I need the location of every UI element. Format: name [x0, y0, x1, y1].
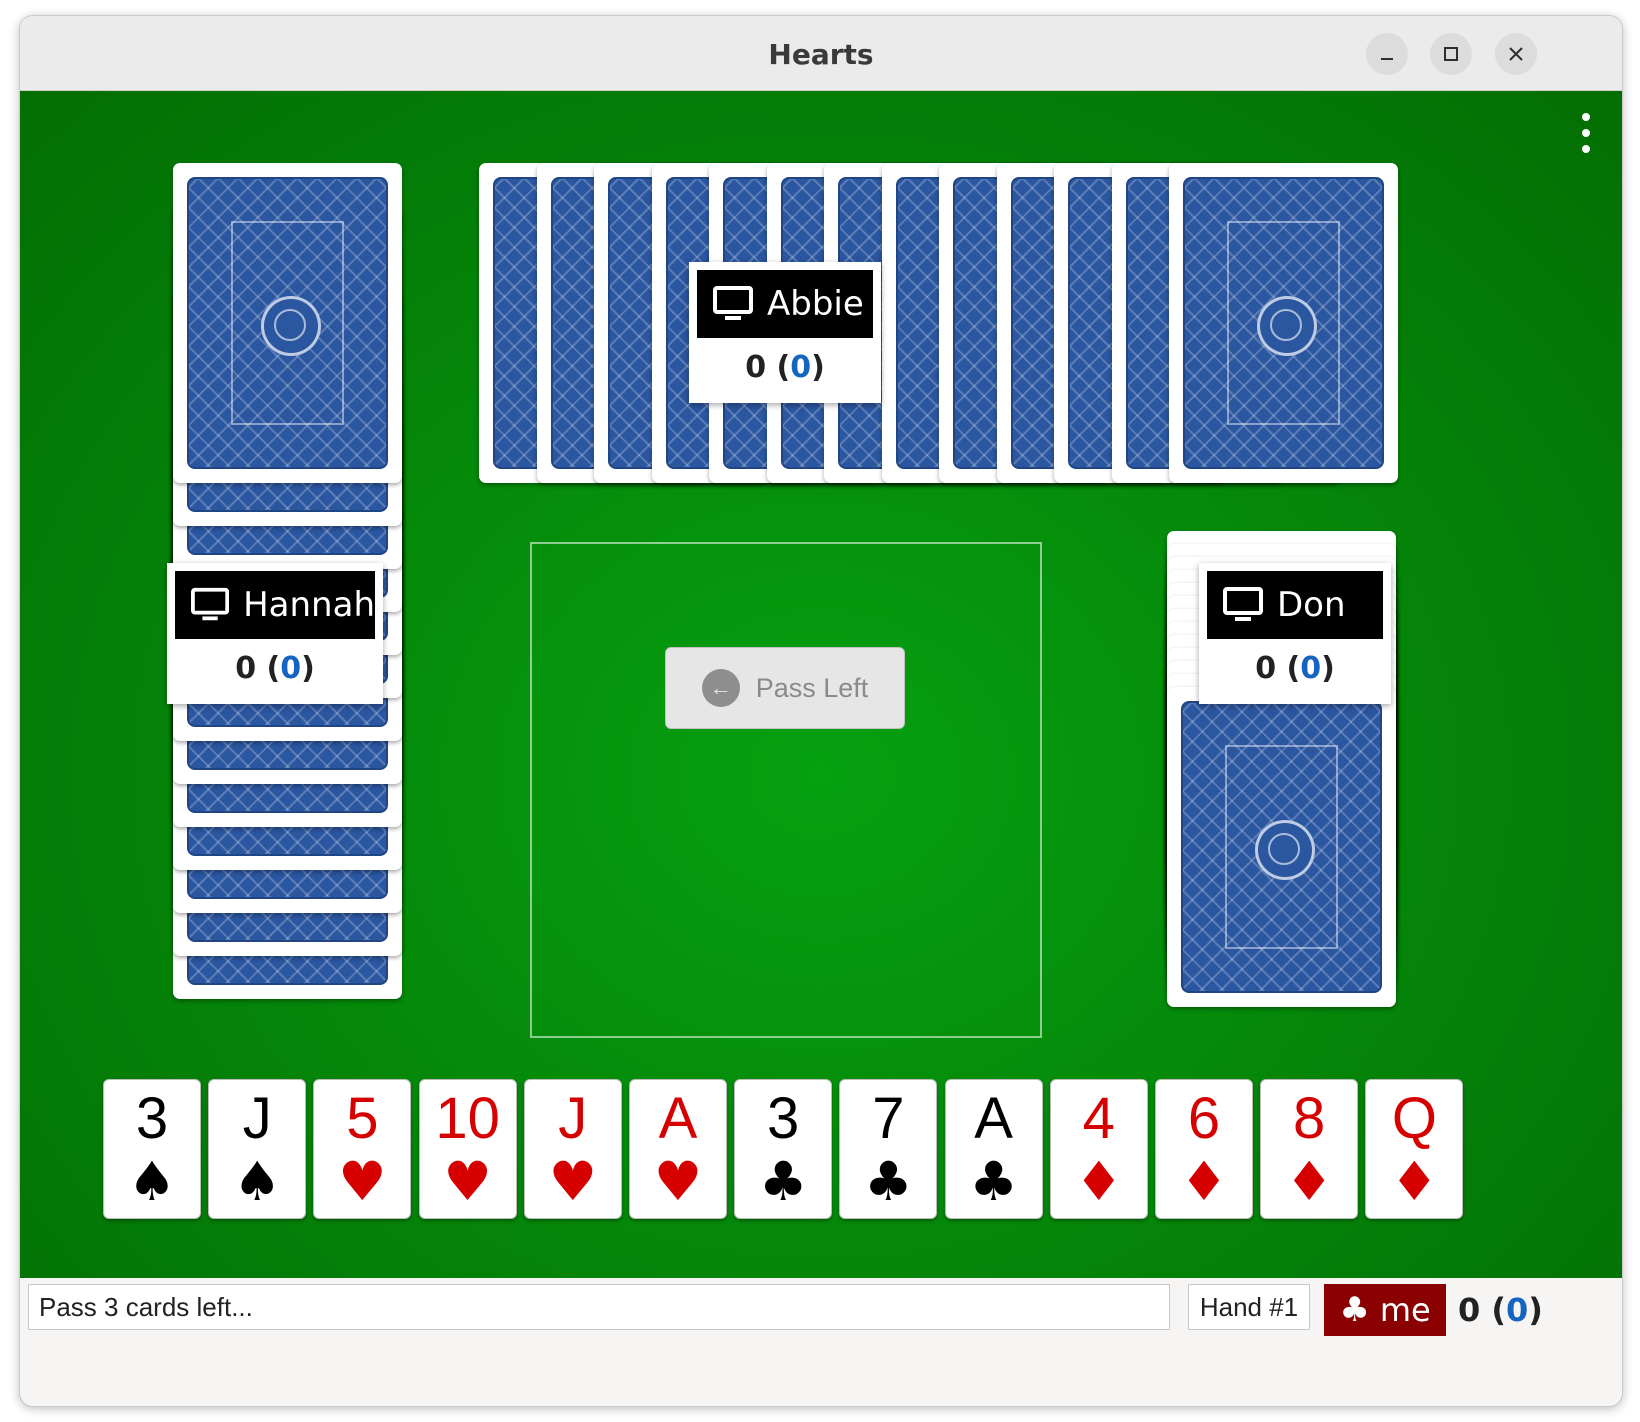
card-rank: 4: [1082, 1086, 1115, 1151]
rosette-icon: [1254, 820, 1315, 880]
card-rank: 3: [135, 1086, 169, 1151]
player-score: 0 (0): [745, 350, 825, 385]
total-score: 0: [1458, 1291, 1481, 1329]
card-rank: J: [242, 1086, 272, 1151]
card-table: Abbie 0 (0) Hannah 0 (0) Don 0 (0) ← Pas…: [20, 91, 1622, 1336]
card-rank: 7: [872, 1086, 905, 1151]
title-bar: Hearts: [20, 16, 1622, 91]
player-tag-don: Don 0 (0): [1199, 563, 1391, 704]
menu-dot: [1582, 145, 1590, 153]
hand-card[interactable]: J ♠: [208, 1079, 307, 1219]
card-rank: 6: [1187, 1086, 1221, 1151]
card-rank: J: [558, 1086, 588, 1151]
card-suit-icon: ♦: [1390, 1150, 1439, 1213]
card-rank: 8: [1293, 1086, 1326, 1151]
hand-card[interactable]: Q ♦: [1365, 1079, 1464, 1219]
rosette-icon: [260, 296, 321, 356]
hand-card[interactable]: 10 ♥: [418, 1079, 517, 1219]
pass-left-button[interactable]: ← Pass Left: [665, 647, 905, 729]
maximize-button[interactable]: [1430, 33, 1472, 75]
hand-number: Hand #1: [1188, 1284, 1310, 1330]
hand-card[interactable]: A ♥: [629, 1079, 727, 1219]
hand-card[interactable]: 3 ♣: [734, 1079, 833, 1219]
hand-card[interactable]: J ♥: [523, 1079, 622, 1219]
card-suit-icon: ♣: [864, 1150, 913, 1213]
player-tag-abbie: Abbie 0 (0): [689, 262, 881, 403]
card-rank: A: [658, 1086, 698, 1151]
card-suit-icon: ♦: [1179, 1150, 1229, 1213]
total-score: 0: [1255, 651, 1277, 686]
card-rank: 10: [435, 1086, 500, 1151]
card-suit-icon: ♣: [969, 1150, 1018, 1213]
card-rank: A: [974, 1086, 1013, 1151]
club-icon: ♣: [1339, 1290, 1370, 1330]
hearts-window: Hearts Abbie 0 (0) Hannah 0 (0) Don 0 (0…: [19, 15, 1623, 1407]
computer-icon: [191, 587, 230, 621]
menu-button[interactable]: [1578, 113, 1594, 153]
round-score: 0: [790, 350, 812, 385]
close-icon: [1509, 47, 1523, 61]
total-score: 0: [745, 350, 767, 385]
trick-area: [530, 542, 1042, 1038]
player-score: 0 (0): [1255, 651, 1335, 686]
card-suit-icon: ♥: [548, 1150, 597, 1213]
player-name-bar: Don: [1207, 571, 1383, 639]
card-back-pattern: [1183, 177, 1384, 469]
card-suit-icon: ♥: [443, 1150, 492, 1213]
card-suit-icon: ♦: [1074, 1150, 1123, 1213]
total-score: 0: [235, 651, 257, 686]
card-suit-icon: ♣: [758, 1150, 808, 1213]
player-tag-hannah: Hannah 0 (0): [167, 563, 383, 704]
card-rank: 3: [767, 1086, 800, 1151]
card-suit-icon: ♥: [338, 1150, 387, 1213]
round-score: 0: [280, 651, 302, 686]
hand-card[interactable]: 6 ♦: [1155, 1079, 1253, 1219]
player-name: Don: [1277, 585, 1346, 625]
card-back-pattern: [1181, 701, 1382, 993]
round-score: 0: [1300, 651, 1322, 686]
card-back-pattern: [187, 177, 388, 469]
card-suit-icon: ♥: [653, 1150, 703, 1213]
hand-card[interactable]: 4 ♦: [1049, 1079, 1148, 1219]
card-suit-icon: ♦: [1284, 1150, 1334, 1213]
maximize-icon: [1444, 47, 1458, 61]
player-name-bar: Hannah: [175, 571, 375, 639]
card-back: [173, 163, 402, 483]
minimize-button[interactable]: [1366, 33, 1408, 75]
close-button[interactable]: [1495, 33, 1537, 75]
me-badge: ♣ me: [1324, 1284, 1446, 1336]
computer-icon: [1223, 587, 1263, 621]
status-bar: Pass 3 cards left... Hand #1 ♣ me 0 (0): [20, 1278, 1622, 1336]
card-suit-icon: ♠: [232, 1150, 282, 1213]
me-label: me: [1379, 1291, 1431, 1329]
minimize-icon: [1381, 58, 1393, 60]
rosette-icon: [1256, 296, 1317, 356]
pass-button-label: Pass Left: [755, 672, 869, 703]
hand-card[interactable]: 5 ♥: [313, 1079, 412, 1219]
status-message: Pass 3 cards left...: [28, 1284, 1170, 1330]
hand-card[interactable]: 7 ♣: [839, 1079, 938, 1219]
card-rank: 5: [346, 1086, 379, 1151]
me-score: 0 (0): [1458, 1291, 1543, 1329]
player-score: 0 (0): [235, 651, 315, 686]
player-name: Abbie: [767, 284, 864, 324]
menu-dot: [1582, 129, 1590, 137]
card-suit-icon: ♠: [127, 1150, 177, 1213]
player-name-bar: Abbie: [697, 270, 873, 338]
card-back: [1167, 687, 1396, 1007]
card-rank: Q: [1391, 1086, 1437, 1151]
hand-card[interactable]: A ♣: [944, 1079, 1043, 1219]
card-back: [1169, 163, 1398, 483]
arrow-left-icon: ←: [701, 669, 740, 707]
round-score: 0: [1506, 1291, 1529, 1329]
hand-card[interactable]: 3 ♠: [103, 1079, 201, 1219]
player-name: Hannah: [243, 585, 375, 625]
hand-card[interactable]: 8 ♦: [1260, 1079, 1359, 1219]
menu-dot: [1582, 113, 1590, 121]
computer-icon: [713, 286, 753, 320]
